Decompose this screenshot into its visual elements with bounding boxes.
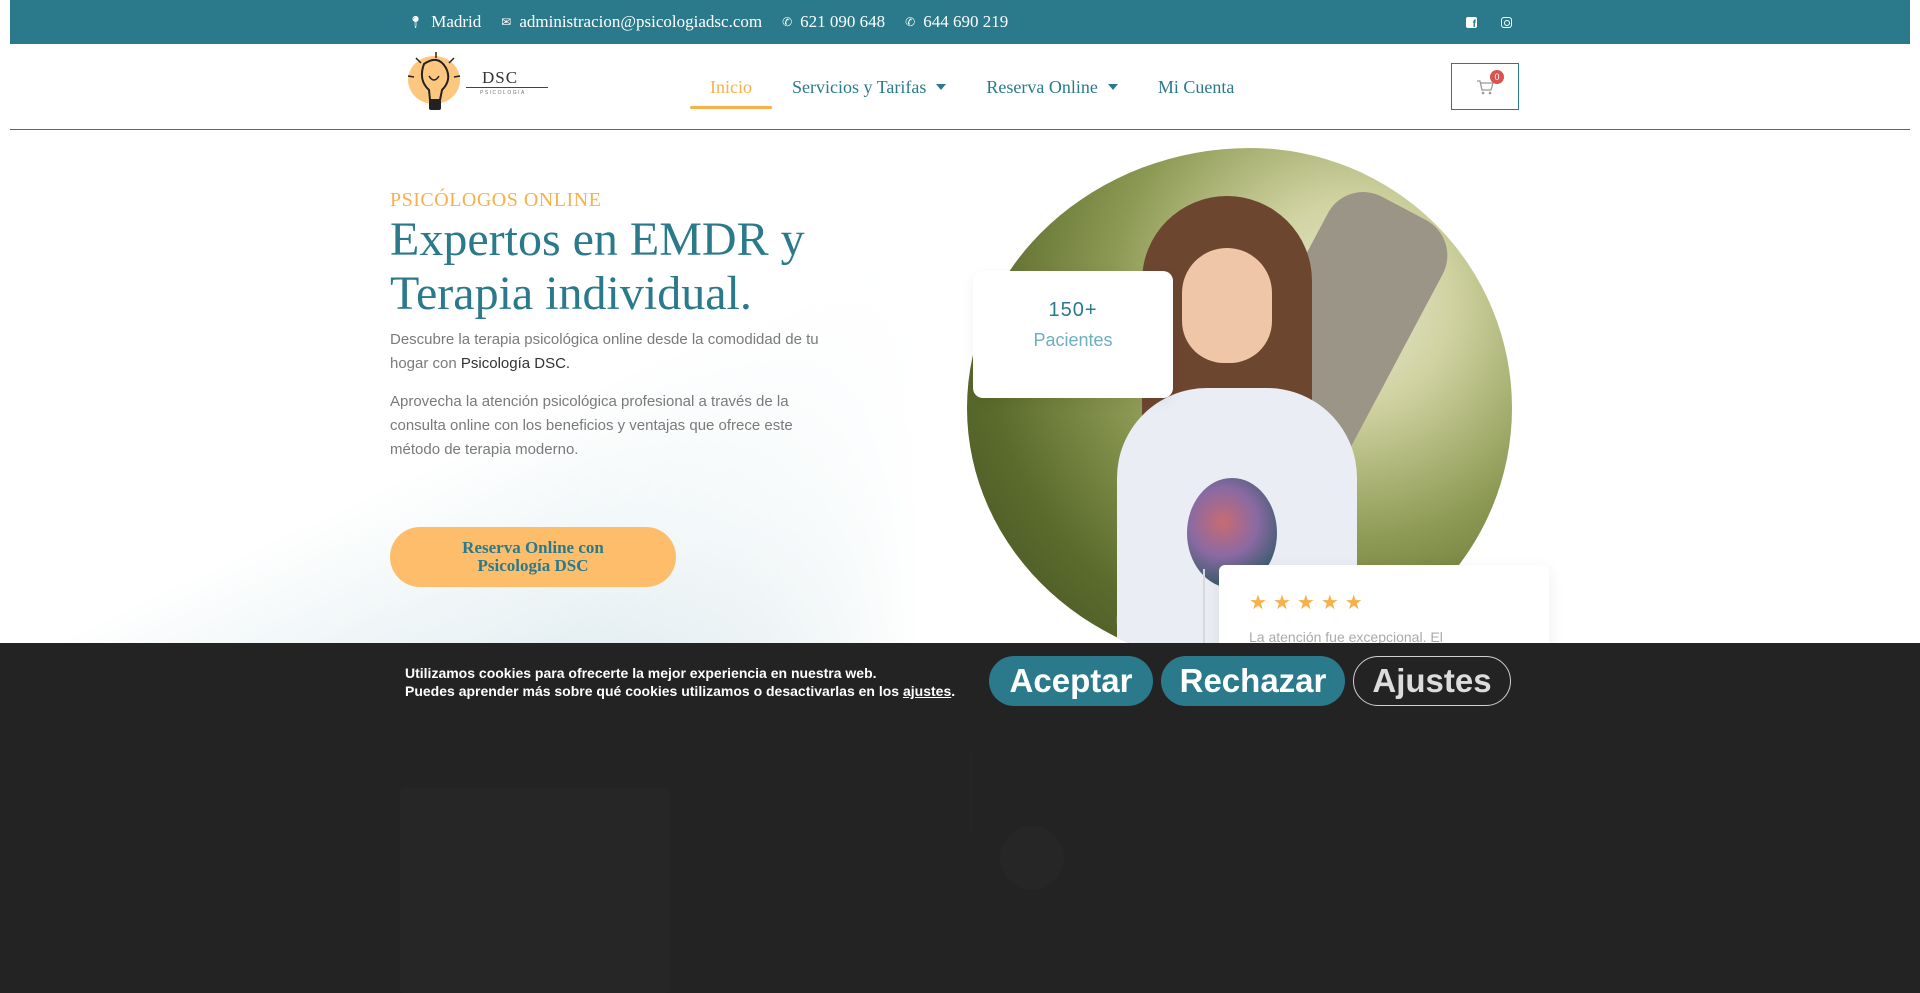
hero-brand-highlight: Psicología DSC. (460, 355, 571, 372)
review-card: ★ ★ ★ ★ ★ La atención fue excepcional. E… (1219, 565, 1549, 643)
cookie-buttons: Aceptar Rechazar Ajustes (989, 656, 1511, 706)
hero-section: PSICÓLOGOS ONLINE Expertos en EMDR y Ter… (0, 131, 1920, 643)
nav-label: Inicio (710, 76, 752, 97)
site-header: DSC PSICOLOGÍA Inicio Servicios y Tarifa… (10, 44, 1910, 130)
hero-paragraph-1-text: Descubre la terapia psicológica online d… (390, 331, 819, 372)
reserve-online-button[interactable]: Reserva Online con Psicología DSC (390, 527, 676, 587)
email-item[interactable]: ✉︎ administracion@psicologiadsc.com (501, 12, 762, 32)
logo[interactable] (402, 50, 552, 122)
chevron-down-icon (1107, 84, 1118, 90)
patients-count: 150+ (1048, 299, 1098, 321)
hero-title: Expertos en EMDR y Terapia individual. (390, 213, 805, 320)
dimmed-card (400, 788, 670, 993)
review-divider (1203, 569, 1205, 643)
cookie-settings-link[interactable]: ajustes (903, 683, 951, 699)
star-icon: ★ (1320, 592, 1339, 614)
phone-icon: ✆ (782, 15, 793, 29)
lightbulb-logo-icon (407, 52, 461, 110)
rating-stars: ★ ★ ★ ★ ★ (1249, 593, 1363, 613)
nav-label: Reserva Online (986, 76, 1098, 97)
main-nav: Inicio Servicios y Tarifas Reserva Onlin… (690, 44, 1254, 130)
nav-item-mi-cuenta[interactable]: Mi Cuenta (1138, 67, 1255, 107)
instagram-icon[interactable] (1501, 16, 1512, 28)
envelope-icon: ✉︎ (501, 15, 512, 29)
cookie-message-line-1: Utilizamos cookies para ofrecerte la mej… (405, 665, 877, 681)
cookie-message-line-2: Puedes aprender más sobre qué cookies ut… (405, 682, 955, 700)
top-info-bar: 📍︎ Madrid ✉︎ administracion@psicologiads… (10, 0, 1910, 44)
hero-background (0, 131, 1920, 643)
patients-label: Pacientes (1033, 330, 1113, 350)
map-pin-icon: 📍︎ (408, 15, 424, 29)
photo-face (1182, 248, 1272, 363)
nav-label: Mi Cuenta (1157, 76, 1235, 97)
nav-item-reserva-online[interactable]: Reserva Online (966, 67, 1137, 107)
contact-info: 📍︎ Madrid ✉︎ administracion@psicologiads… (408, 0, 1008, 44)
dimmed-divider (970, 750, 972, 830)
facebook-icon[interactable] (1466, 16, 1477, 30)
phone-icon: ✆ (905, 15, 916, 29)
location-item: 📍︎ Madrid (408, 12, 481, 32)
cart-count-badge: 0 (1490, 70, 1504, 84)
chevron-down-icon (936, 84, 947, 90)
review-text: La atención fue excepcional. El (1249, 629, 1443, 643)
star-icon: ★ (1344, 592, 1363, 614)
phone-link-2[interactable]: 644 690 219 (923, 12, 1008, 32)
cookie-message-period: . (951, 683, 956, 699)
dimmed-circle (1000, 826, 1064, 890)
nav-item-inicio[interactable]: Inicio (690, 67, 772, 109)
logo-text: DSC (482, 68, 519, 87)
hero-eyebrow: PSICÓLOGOS ONLINE (390, 189, 602, 211)
accept-cookies-button[interactable]: Aceptar (989, 656, 1153, 706)
location-text: Madrid (431, 12, 482, 31)
phone-link-1[interactable]: 621 090 648 (800, 12, 885, 32)
cookie-message-line-2-text: Puedes aprender más sobre qué cookies ut… (405, 683, 903, 699)
cookie-message: Utilizamos cookies para ofrecerte la mej… (405, 664, 955, 700)
hero-paragraph-2: Aprovecha la atención psicológica profes… (390, 393, 793, 458)
patients-stat-card: 150+ Pacientes (973, 271, 1173, 398)
star-icon: ★ (1249, 592, 1267, 614)
star-icon: ★ (1272, 592, 1291, 614)
social-links (1466, 0, 1512, 44)
hero-paragraph-1: Descubre la terapia psicológica online d… (390, 328, 840, 376)
nav-label: Servicios y Tarifas (792, 76, 927, 97)
cart-button[interactable]: 0 (1451, 63, 1519, 110)
cookie-banner: Utilizamos cookies para ofrecerte la mej… (0, 643, 1920, 723)
logo-divider (466, 87, 548, 88)
nav-item-servicios-y-tarifas[interactable]: Servicios y Tarifas (772, 67, 966, 107)
phone-item-2[interactable]: ✆ 644 690 219 (905, 12, 1008, 32)
logo-subtitle: PSICOLOGÍA (480, 90, 526, 96)
reject-cookies-button[interactable]: Rechazar (1161, 656, 1345, 706)
star-icon: ★ (1296, 592, 1315, 614)
cookie-settings-button[interactable]: Ajustes (1353, 656, 1511, 706)
email-link[interactable]: administracion@psicologiadsc.com (519, 12, 762, 32)
phone-item-1[interactable]: ✆ 621 090 648 (782, 12, 885, 32)
